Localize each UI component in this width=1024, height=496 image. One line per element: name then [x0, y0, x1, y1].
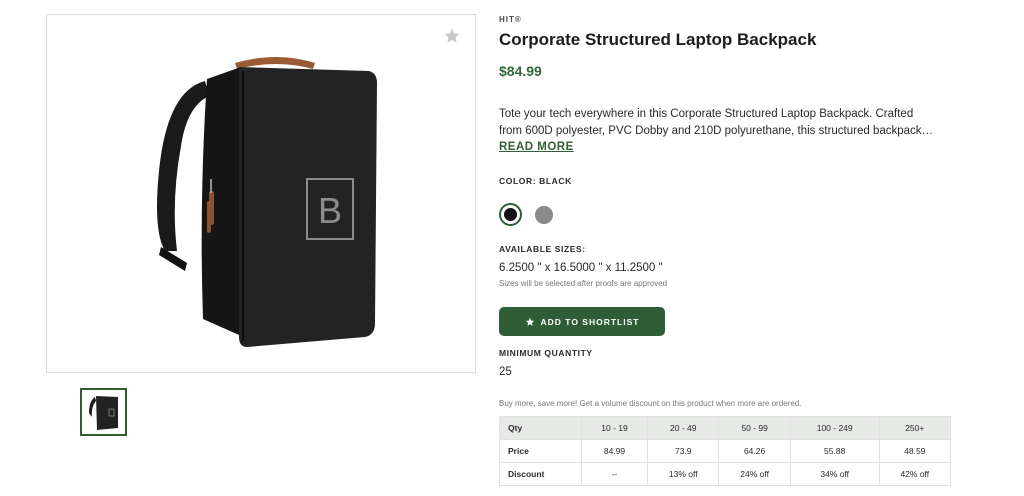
shortlist-button-label: ADD TO SHORTLIST	[540, 316, 640, 327]
table-header-cell: 20 - 49	[647, 416, 720, 440]
table-row: Price 84.99 73.9 64.26 55.88 48.59	[499, 439, 952, 463]
table-cell: 84.99	[580, 439, 649, 463]
table-cell: 55.88	[789, 439, 880, 463]
description-line: Tote your tech everywhere in this Corpor…	[499, 108, 914, 120]
table-cell: --	[580, 462, 649, 486]
table-cell: 64.26	[718, 439, 791, 463]
color-swatch-black[interactable]	[499, 203, 522, 226]
table-cell: 13% off	[647, 462, 720, 486]
sizes-value: 6.2500 " x 16.5000 " x 11.2500 "	[499, 262, 663, 274]
table-header-cell: 10 - 19	[580, 416, 649, 440]
product-logo: B	[318, 190, 342, 231]
star-icon	[525, 317, 534, 326]
table-header-cell: 250+	[878, 416, 952, 440]
star-icon[interactable]	[443, 27, 461, 45]
table-header-cell: Qty	[499, 416, 582, 440]
table-cell: 73.9	[647, 439, 720, 463]
description-line: from 600D polyester, PVC Dobby and 210D …	[499, 125, 934, 137]
product-image-panel: B	[46, 14, 476, 373]
product-price: $84.99	[499, 63, 542, 79]
table-header-cell: 100 - 249	[789, 416, 880, 440]
volume-discount-note: Buy more, save more! Get a volume discou…	[499, 399, 802, 408]
table-cell: 24% off	[718, 462, 791, 486]
brand-label: HIT®	[499, 15, 522, 24]
table-header-cell: 50 - 99	[718, 416, 791, 440]
table-header-row: Qty 10 - 19 20 - 49 50 - 99 100 - 249 25…	[499, 416, 952, 440]
minimum-quantity-value: 25	[499, 366, 512, 378]
swatch-fill	[504, 208, 517, 221]
sizes-label: AVAILABLE SIZES:	[499, 244, 586, 254]
table-cell: Discount	[499, 462, 582, 486]
table-cell: 42% off	[878, 462, 952, 486]
thumbnail-backpack-image	[89, 396, 118, 430]
minimum-quantity-label: MINIMUM QUANTITY	[499, 348, 593, 358]
product-image: B	[157, 57, 377, 347]
table-cell: 48.59	[878, 439, 952, 463]
product-title: Corporate Structured Laptop Backpack	[499, 30, 817, 49]
color-swatch-gray[interactable]	[535, 206, 553, 224]
table-cell: 34% off	[789, 462, 880, 486]
thumbnail-image[interactable]	[80, 388, 127, 436]
pricing-table: Qty 10 - 19 20 - 49 50 - 99 100 - 249 25…	[499, 416, 952, 486]
read-more-link[interactable]: READ MORE	[499, 141, 574, 153]
table-row: Discount -- 13% off 24% off 34% off 42% …	[499, 462, 952, 486]
color-label: COLOR: BLACK	[499, 176, 572, 186]
table-cell: Price	[499, 439, 582, 463]
add-to-shortlist-button[interactable]: ADD TO SHORTLIST	[499, 307, 665, 336]
sizes-note: Sizes will be selected after proofs are …	[499, 279, 668, 288]
product-description: Tote your tech everywhere in this Corpor…	[499, 106, 951, 140]
